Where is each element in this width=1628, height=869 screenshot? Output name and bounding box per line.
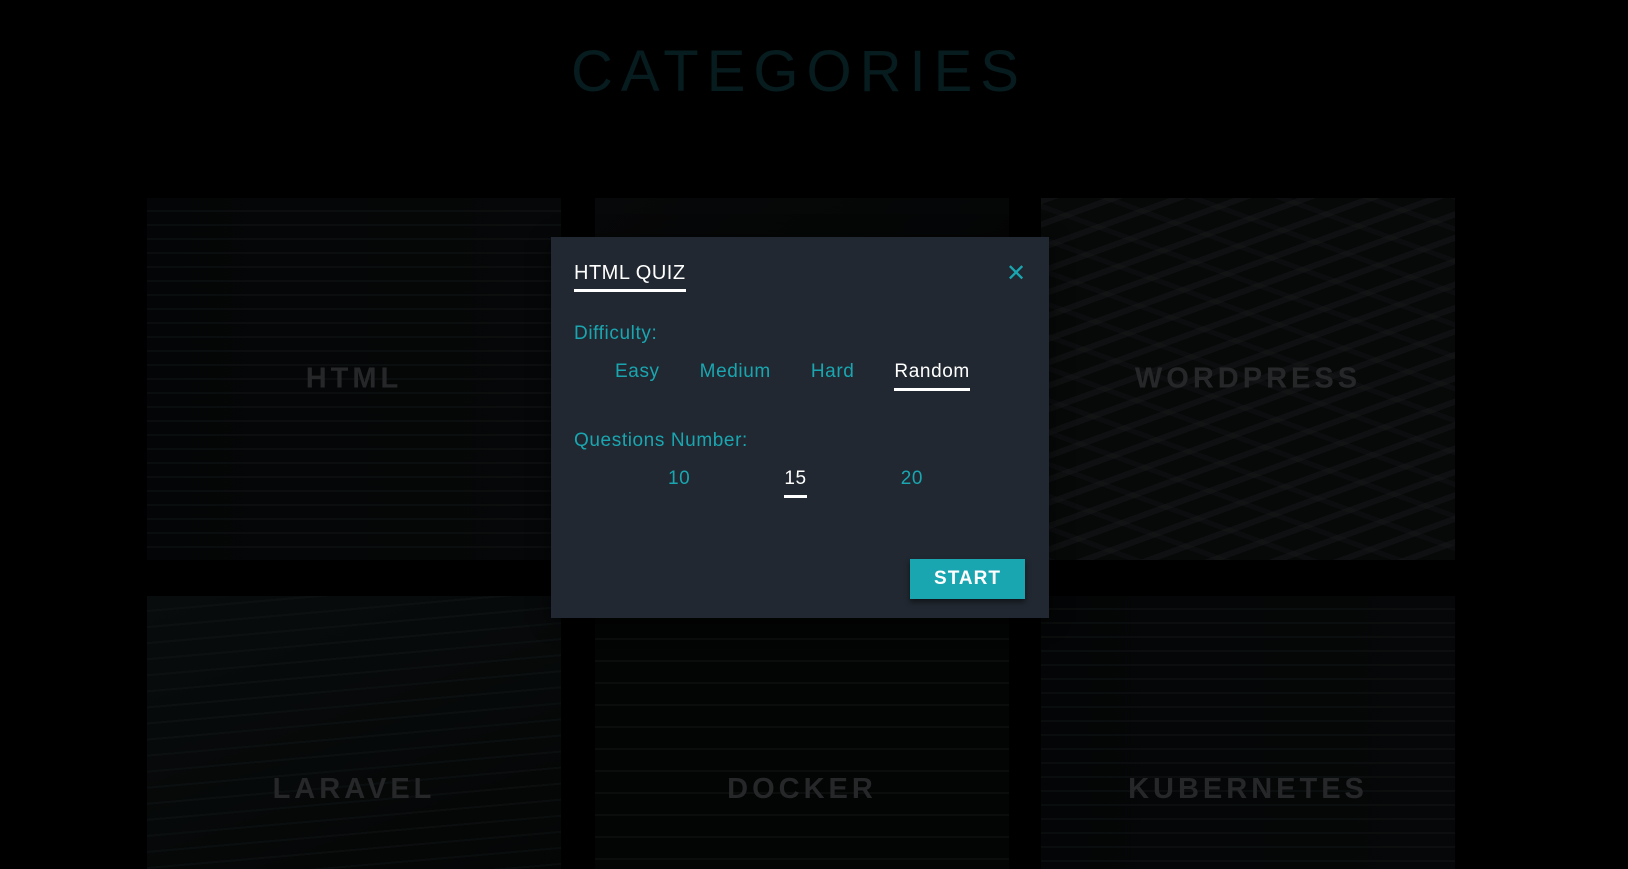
difficulty-option-easy[interactable]: Easy xyxy=(615,361,660,391)
questions-option-15[interactable]: 15 xyxy=(784,468,807,498)
difficulty-label: Difficulty: xyxy=(574,323,658,344)
questions-option-10[interactable]: 10 xyxy=(668,468,690,498)
modal-title: HTML QUIZ xyxy=(574,262,686,292)
difficulty-option-hard[interactable]: Hard xyxy=(811,361,855,391)
questions-option-20[interactable]: 20 xyxy=(901,468,923,498)
quiz-modal: HTML QUIZ ✕ Difficulty: Easy Medium Hard… xyxy=(551,237,1049,618)
close-icon: ✕ xyxy=(1005,260,1027,287)
categories-page: CATEGORIES HTML WORDPRESS LARAVEL DOCKER… xyxy=(0,0,1628,869)
questions-number-options: 10 15 20 xyxy=(668,468,1017,498)
difficulty-options: Easy Medium Hard Random xyxy=(615,361,1010,391)
difficulty-option-random[interactable]: Random xyxy=(894,361,970,391)
start-button[interactable]: START xyxy=(910,559,1025,599)
close-button[interactable]: ✕ xyxy=(1005,260,1027,287)
questions-number-label: Questions Number: xyxy=(574,430,748,451)
difficulty-option-medium[interactable]: Medium xyxy=(700,361,771,391)
